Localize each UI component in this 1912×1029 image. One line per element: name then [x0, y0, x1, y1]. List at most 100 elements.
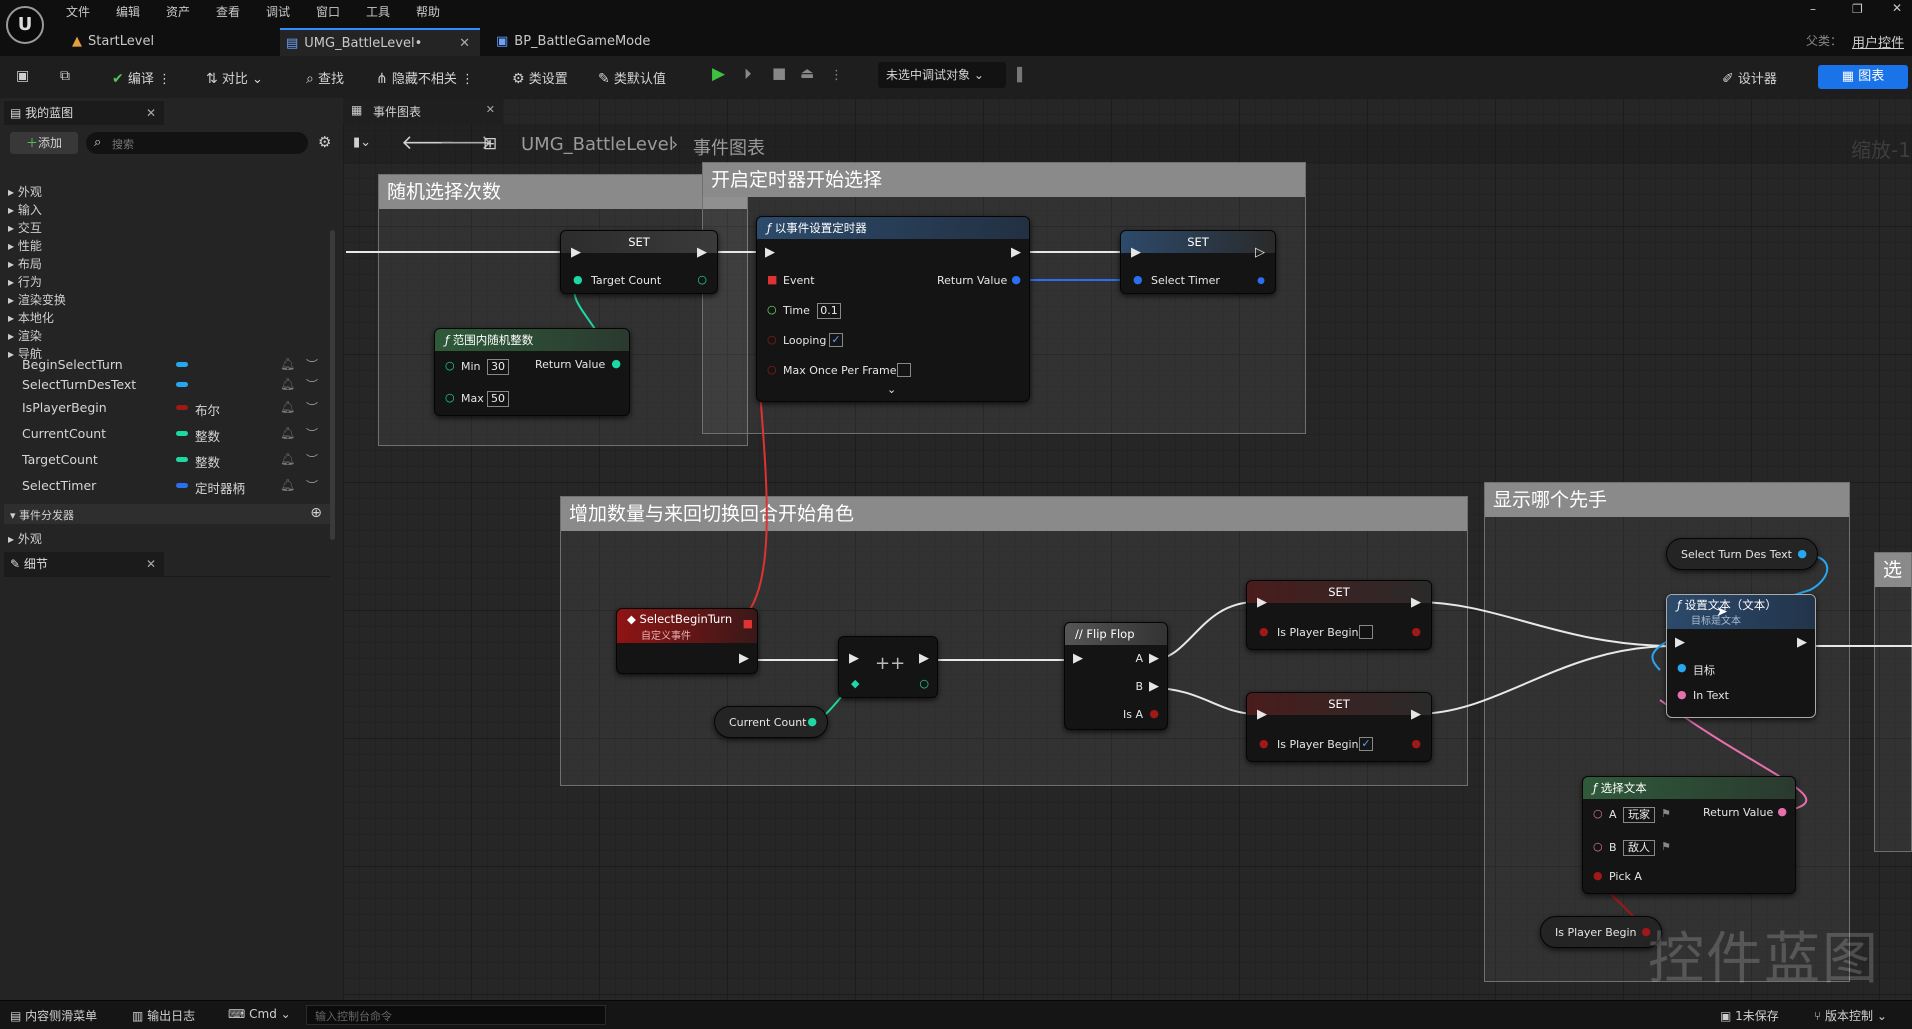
exec-out-pin[interactable]: ▶: [1411, 595, 1421, 610]
bool-pin[interactable]: ○: [767, 363, 777, 376]
pin-label: Min: [461, 360, 481, 373]
pin-label: 目标: [1693, 664, 1715, 677]
exec-out-pin[interactable]: ▶: [1011, 245, 1021, 260]
unsaved-button[interactable]: ▣ 1未保存: [1720, 1007, 1779, 1024]
select-text-node[interactable]: ƒ 选择文本 ○ A 玩家 ⚑ Return Value ● ○ B 敌人 ⚑ …: [1582, 776, 1796, 894]
bool-pin[interactable]: ●: [1593, 869, 1603, 882]
output-log-button[interactable]: ▥ 输出日志: [132, 1007, 195, 1024]
pin-label: Current Count: [729, 716, 807, 729]
looping-checkbox[interactable]: ✓: [829, 333, 843, 347]
exec-out-pin[interactable]: ▶: [739, 651, 749, 666]
get-is-player-begin-node[interactable]: Is Player Begin ●: [1540, 916, 1662, 948]
exec-in-pin[interactable]: ▶: [1131, 245, 1141, 260]
function-icon: ƒ: [445, 333, 450, 347]
mouse-cursor-icon: ➤: [1716, 604, 1728, 620]
node-title: ◆ SelectBeginTurn 自定义事件: [617, 609, 757, 643]
flip-flop-node[interactable]: // Flip Flop ▶ A ▶ B ▶ Is A ●: [1064, 622, 1168, 730]
exec-in-pin[interactable]: ▶: [571, 245, 581, 260]
cmd-dropdown[interactable]: ⌨ Cmd ⌄: [228, 1007, 291, 1021]
int-out-pin[interactable]: ●: [611, 357, 621, 370]
exec-out-pin[interactable]: ▶: [1797, 635, 1807, 650]
get-current-count-node[interactable]: Current Count ●: [714, 706, 828, 738]
set-timer-by-event-node[interactable]: ƒ 以事件设置定时器 ▶ ▶ ■ Event Return Value ● ○ …: [756, 216, 1030, 402]
exec-out-pin[interactable]: ▶: [697, 245, 707, 260]
bool-out-pin[interactable]: ●: [1149, 707, 1159, 720]
int-pin[interactable]: ○: [445, 359, 455, 372]
localize-flag-icon[interactable]: ⚑: [1661, 840, 1671, 853]
object-out-pin[interactable]: ●: [1797, 547, 1807, 560]
function-icon: ƒ: [1677, 598, 1682, 612]
exec-out-pin[interactable]: ▶: [919, 651, 929, 666]
delegate-pin[interactable]: ■: [767, 273, 777, 286]
object-pin[interactable]: ●: [1677, 661, 1687, 674]
int-pin[interactable]: ◆: [851, 677, 859, 690]
graph-type-watermark: 控件蓝图: [1648, 927, 1880, 992]
exec-out-pin[interactable]: ▶: [1149, 679, 1159, 694]
text-out-pin[interactable]: ●: [1777, 805, 1787, 818]
node-title: ƒ 设置文本（文本） 目标是文本: [1667, 595, 1815, 629]
delegate-out-pin[interactable]: ■: [743, 617, 753, 630]
pin-label: A: [1135, 652, 1143, 665]
exec-in-pin[interactable]: ▶: [1073, 651, 1083, 666]
custom-event-node[interactable]: ◆ SelectBeginTurn 自定义事件 ■ ▶: [616, 608, 758, 674]
random-integer-node[interactable]: ƒ 范围内随机整数 ○ Min 30 Return Value ● ○ Max …: [434, 328, 630, 416]
console-input[interactable]: 输入控制台命令: [306, 1005, 606, 1025]
set-text-node[interactable]: ƒ 设置文本（文本） 目标是文本 ▶ ▶ ● 目标 ● In Text: [1666, 594, 1816, 718]
pin-label: Target Count: [591, 274, 662, 287]
source-control-button[interactable]: ⑂ 版本控制 ⌄: [1814, 1007, 1887, 1024]
node-title: ++: [875, 653, 906, 674]
node-title: // Flip Flop: [1065, 623, 1167, 645]
timer-out-pin[interactable]: ●: [1257, 276, 1265, 286]
event-icon: ◆: [627, 612, 636, 626]
pin-label: Select Turn Des Text: [1681, 548, 1792, 561]
set-select-timer-node[interactable]: SET ▶ ▷ ● Select Timer ●: [1120, 230, 1276, 294]
is-player-begin-checkbox[interactable]: [1359, 625, 1373, 639]
localize-flag-icon[interactable]: ⚑: [1661, 807, 1671, 820]
min-input[interactable]: 30: [487, 359, 509, 375]
timer-out-pin[interactable]: ●: [1011, 273, 1021, 286]
timer-pin[interactable]: ●: [1133, 273, 1143, 286]
exec-in-pin[interactable]: ▶: [1257, 707, 1267, 722]
bool-out-pin[interactable]: ●: [1411, 737, 1421, 750]
node-title: SET: [561, 231, 717, 253]
text-pin[interactable]: ●: [1677, 688, 1687, 701]
exec-out-pin[interactable]: ▶: [1149, 651, 1159, 666]
bool-out-pin[interactable]: ●: [1411, 625, 1421, 638]
set-is-player-begin-node[interactable]: SET ▶ ▶ ● Is Player Begin ●: [1246, 580, 1432, 650]
exec-in-pin[interactable]: ▶: [849, 651, 859, 666]
max-input[interactable]: 50: [487, 391, 509, 407]
pin-label: A: [1609, 808, 1617, 821]
pin-label: Return Value: [535, 358, 606, 371]
int-pin[interactable]: ●: [573, 273, 583, 286]
exec-in-pin[interactable]: ▶: [1257, 595, 1267, 610]
content-drawer-button[interactable]: ▤ 内容侧滑菜单: [10, 1007, 97, 1024]
get-select-turn-des-text-node[interactable]: Select Turn Des Text ●: [1666, 538, 1818, 570]
int-pin[interactable]: ○: [445, 391, 455, 404]
int-out-pin[interactable]: ○: [697, 273, 707, 286]
log-icon: ▥: [132, 1009, 144, 1023]
exec-out-pin[interactable]: ▶: [1411, 707, 1421, 722]
pin-label: Select Timer: [1151, 274, 1220, 287]
pin-label: In Text: [1693, 689, 1729, 702]
int-out-pin[interactable]: ●: [807, 715, 817, 728]
option-a-input[interactable]: 玩家: [1623, 807, 1655, 823]
max-once-checkbox[interactable]: [897, 363, 911, 377]
set-target-count-node[interactable]: SET ▶ ▶ ● Target Count ○: [560, 230, 718, 294]
increment-node[interactable]: ▶ ▶ ++ ◆ ○: [838, 636, 938, 698]
set-is-player-begin-node[interactable]: SET ▶ ▶ ● Is Player Begin ✓ ●: [1246, 692, 1432, 762]
text-pin[interactable]: ○: [1593, 807, 1603, 820]
text-pin[interactable]: ○: [1593, 840, 1603, 853]
time-input[interactable]: 0.1: [817, 303, 841, 319]
bool-pin[interactable]: ○: [767, 333, 777, 346]
bool-pin[interactable]: ●: [1259, 625, 1269, 638]
bool-pin[interactable]: ●: [1259, 737, 1269, 750]
node-title: ƒ 范围内随机整数: [435, 329, 629, 351]
int-out-pin[interactable]: ○: [919, 677, 929, 690]
option-b-input[interactable]: 敌人: [1623, 840, 1655, 856]
expand-chevron-icon[interactable]: ⌄: [887, 383, 896, 396]
exec-in-pin[interactable]: ▶: [765, 245, 775, 260]
exec-in-pin[interactable]: ▶: [1675, 635, 1685, 650]
is-player-begin-checkbox[interactable]: ✓: [1359, 737, 1373, 751]
exec-out-pin[interactable]: ▷: [1255, 245, 1265, 260]
float-pin[interactable]: ○: [767, 303, 777, 316]
